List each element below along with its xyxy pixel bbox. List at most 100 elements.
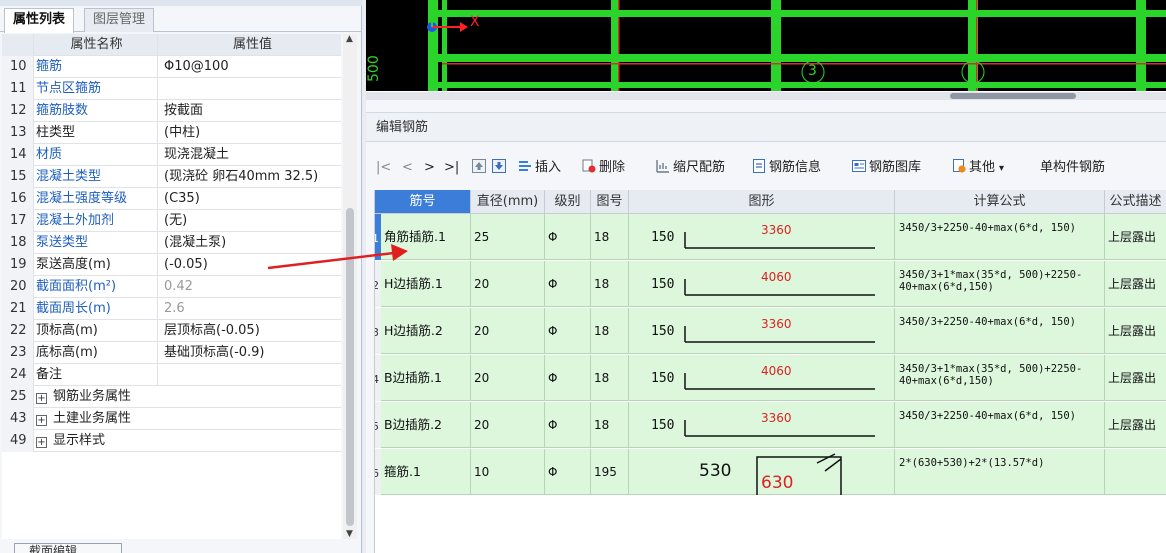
rebar-name-cell[interactable]: H边插筋.1: [381, 261, 471, 307]
column-header[interactable]: 公式描述: [1105, 190, 1166, 214]
property-value[interactable]: [160, 364, 341, 386]
property-row[interactable]: 16 混凝土强度等级 (C35): [2, 188, 341, 210]
grade-cell[interactable]: Φ: [545, 449, 591, 495]
shape-cell[interactable]: 150 3360: [629, 308, 895, 354]
rebar-row[interactable]: 1角筋插筋.125Φ1815033603450/3+2250-40+max(6*…: [375, 214, 1166, 260]
formula-cell[interactable]: 2*(630+530)+2*(13.57*d): [895, 449, 1105, 495]
property-row[interactable]: 22 顶标高(m) 层顶标高(-0.05): [2, 320, 341, 342]
property-group-row[interactable]: 43 + 土建业务属性: [2, 408, 341, 430]
rebar-name-cell[interactable]: 箍筋.1: [381, 449, 471, 495]
column-header[interactable]: 直径(mm): [471, 190, 545, 214]
property-group-row[interactable]: 25 + 钢筋业务属性: [2, 386, 341, 408]
property-row[interactable]: 13 柱类型 (中柱): [2, 122, 341, 144]
grade-cell[interactable]: Φ: [545, 261, 591, 307]
property-value[interactable]: [160, 78, 341, 100]
rebar-name-cell[interactable]: B边插筋.1: [381, 355, 471, 401]
nav-last-button[interactable]: >|: [444, 150, 459, 186]
shape-number-cell[interactable]: 18: [591, 261, 629, 307]
property-value[interactable]: (-0.05): [160, 254, 341, 276]
column-header[interactable]: 级别: [545, 190, 591, 214]
property-value[interactable]: 现浇混凝土: [160, 144, 341, 166]
grade-cell[interactable]: Φ: [545, 402, 591, 448]
shape-number-cell[interactable]: 18: [591, 214, 629, 260]
formula-cell[interactable]: 3450/3+1*max(35*d, 500)+2250-40+max(6*d,…: [895, 261, 1105, 307]
nav-next-button[interactable]: >: [424, 150, 435, 186]
section-edit-button[interactable]: 截面编辑: [14, 543, 122, 553]
shape-cell[interactable]: 530 630: [629, 449, 895, 495]
move-down-icon[interactable]: [492, 150, 509, 186]
shape-number-cell[interactable]: 195: [591, 449, 629, 495]
single-member-rebar-button[interactable]: 单构件钢筋: [1040, 150, 1105, 186]
column-header[interactable]: 图形: [629, 190, 895, 214]
property-value[interactable]: (中柱): [160, 122, 341, 144]
property-row[interactable]: 21 截面周长(m) 2.6: [2, 298, 341, 320]
diameter-cell[interactable]: 20: [471, 402, 545, 448]
other-dropdown[interactable]: 其他 ▾: [952, 150, 1004, 187]
formula-description-cell[interactable]: 上层露出: [1105, 214, 1166, 260]
property-value[interactable]: (混凝土泵): [160, 232, 341, 254]
property-row[interactable]: 12 箍筋肢数 按截面: [2, 100, 341, 122]
rebar-name-cell[interactable]: 角筋插筋.1: [381, 214, 471, 260]
property-scrollbar[interactable]: ▲ ▼: [343, 34, 357, 539]
tab-layer-management[interactable]: 图层管理: [84, 8, 155, 32]
formula-cell[interactable]: 3450/3+2250-40+max(6*d, 150): [895, 402, 1105, 448]
formula-description-cell[interactable]: 上层露出: [1105, 355, 1166, 401]
rebar-row[interactable]: 4B边插筋.120Φ1815040603450/3+1*max(35*d, 50…: [375, 355, 1166, 401]
grade-cell[interactable]: Φ: [545, 355, 591, 401]
grade-cell[interactable]: Φ: [545, 308, 591, 354]
property-value[interactable]: 按截面: [160, 100, 341, 122]
expand-plus-icon[interactable]: +: [36, 437, 47, 448]
property-value[interactable]: Φ10@100: [160, 56, 341, 78]
rebar-row[interactable]: 5B边插筋.220Φ1815033603450/3+2250-40+max(6*…: [375, 402, 1166, 448]
property-row[interactable]: 14 材质 现浇混凝土: [2, 144, 341, 166]
delete-button[interactable]: 删除: [582, 150, 625, 186]
property-group-name[interactable]: + 显示样式: [34, 430, 334, 452]
insert-button[interactable]: 插入: [518, 150, 561, 186]
tab-property-list[interactable]: 属性列表: [4, 8, 75, 33]
property-row[interactable]: 11 节点区箍筋: [2, 78, 341, 100]
property-value[interactable]: 0.42: [160, 276, 341, 298]
rebar-row[interactable]: 2H边插筋.120Φ1815040603450/3+1*max(35*d, 50…: [375, 261, 1166, 307]
shape-number-cell[interactable]: 18: [591, 402, 629, 448]
property-row[interactable]: 20 截面面积(m²) 0.42: [2, 276, 341, 298]
property-value[interactable]: 层顶标高(-0.05): [160, 320, 341, 342]
drawing-viewport[interactable]: X 500 3 4: [366, 0, 1166, 93]
rebar-library-button[interactable]: 钢筋图库: [852, 150, 921, 186]
grade-cell[interactable]: Φ: [545, 214, 591, 260]
property-value[interactable]: 2.6: [160, 298, 341, 320]
property-value[interactable]: (无): [160, 210, 341, 232]
shape-cell[interactable]: 150 3360: [629, 214, 895, 260]
diameter-cell[interactable]: 25: [471, 214, 545, 260]
property-row[interactable]: 24 备注: [2, 364, 341, 386]
nav-first-button[interactable]: |<: [376, 150, 391, 186]
shape-cell[interactable]: 150 4060: [629, 355, 895, 401]
formula-cell[interactable]: 3450/3+2250-40+max(6*d, 150): [895, 308, 1105, 354]
scale-rebar-button[interactable]: 缩尺配筋: [656, 150, 725, 186]
diameter-cell[interactable]: 20: [471, 308, 545, 354]
formula-description-cell[interactable]: 上层露出: [1105, 261, 1166, 307]
viewport-scrollbar[interactable]: [366, 92, 1166, 100]
property-group-name[interactable]: + 土建业务属性: [34, 408, 334, 430]
rebar-row[interactable]: 3H边插筋.220Φ1815033603450/3+2250-40+max(6*…: [375, 308, 1166, 354]
property-value[interactable]: (现浇砼 卵石40mm 32.5): [160, 166, 341, 188]
nav-prev-button[interactable]: <: [402, 150, 413, 186]
property-row[interactable]: 18 泵送类型 (混凝土泵): [2, 232, 341, 254]
property-group-name[interactable]: + 钢筋业务属性: [34, 386, 334, 408]
expand-plus-icon[interactable]: +: [36, 393, 47, 404]
column-header[interactable]: 筋号: [375, 190, 471, 214]
shape-number-cell[interactable]: 18: [591, 355, 629, 401]
diameter-cell[interactable]: 20: [471, 261, 545, 307]
property-row[interactable]: 17 混凝土外加剂 (无): [2, 210, 341, 232]
scroll-up-icon[interactable]: ▲: [346, 34, 353, 44]
formula-cell[interactable]: 3450/3+1*max(35*d, 500)+2250-40+max(6*d,…: [895, 355, 1105, 401]
scroll-down-icon[interactable]: ▼: [346, 529, 353, 539]
formula-description-cell[interactable]: 上层露出: [1105, 402, 1166, 448]
shape-cell[interactable]: 150 3360: [629, 402, 895, 448]
property-value[interactable]: (C35): [160, 188, 341, 210]
scroll-thumb[interactable]: [346, 208, 354, 526]
column-header[interactable]: 图号: [591, 190, 629, 214]
property-group-row[interactable]: 49 + 显示样式: [2, 430, 341, 452]
rebar-name-cell[interactable]: H边插筋.2: [381, 308, 471, 354]
property-row[interactable]: 15 混凝土类型 (现浇砼 卵石40mm 32.5): [2, 166, 341, 188]
property-row[interactable]: 23 底标高(m) 基础顶标高(-0.9): [2, 342, 341, 364]
